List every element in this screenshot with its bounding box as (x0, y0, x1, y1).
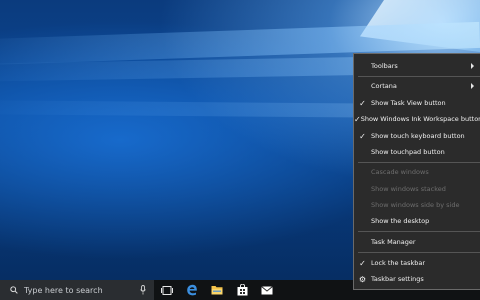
menu-item-label: Show windows side by side (371, 201, 460, 209)
menu-item-label: Show Windows Ink Workspace button (360, 115, 480, 123)
menu-item-label: Lock the taskbar (371, 259, 426, 267)
checkmark-icon: ✓ (359, 131, 366, 141)
menu-separator (358, 231, 480, 232)
submenu-arrow-icon (471, 83, 474, 89)
menu-item-show-windows-stacked: Show windows stacked (354, 182, 480, 196)
menu-item-show-windows-side-by-side: Show windows side by side (354, 198, 480, 212)
menu-item-label: Show the desktop (371, 217, 430, 225)
menu-item-task-manager[interactable]: Task Manager (354, 235, 480, 249)
menu-separator (358, 76, 480, 77)
menu-item-label: Show Task View button (371, 99, 446, 107)
menu-item-show-touch-keyboard[interactable]: ✓ Show touch keyboard button (354, 129, 480, 143)
submenu-arrow-icon (471, 63, 474, 69)
menu-item-toolbars[interactable]: Toolbars (354, 59, 480, 73)
search-icon (10, 286, 18, 294)
menu-item-label: Toolbars (371, 62, 398, 70)
microphone-icon[interactable] (140, 285, 146, 295)
menu-separator (358, 252, 480, 253)
menu-item-show-task-view[interactable]: ✓ Show Task View button (354, 96, 480, 110)
menu-item-show-ink-workspace[interactable]: ✓ Show Windows Ink Workspace button (354, 112, 480, 126)
checkmark-icon: ✓ (354, 114, 361, 124)
checkmark-icon: ✓ (359, 258, 366, 268)
search-box[interactable]: Type here to search (0, 280, 154, 300)
menu-item-cascade-windows: Cascade windows (354, 165, 480, 179)
menu-item-lock-taskbar[interactable]: ✓ Lock the taskbar (354, 256, 480, 270)
menu-item-taskbar-settings[interactable]: ⚙ Taskbar settings (354, 272, 480, 286)
menu-item-label: Show touch keyboard button (371, 132, 465, 140)
menu-item-label: Cortana (371, 82, 397, 90)
menu-item-cortana[interactable]: Cortana (354, 79, 480, 93)
taskbar-context-menu: Toolbars Cortana ✓ Show Task View button… (353, 53, 480, 290)
menu-item-label: Cascade windows (371, 168, 429, 176)
menu-item-show-desktop[interactable]: Show the desktop (354, 214, 480, 228)
gear-icon: ⚙ (358, 274, 367, 284)
search-placeholder: Type here to search (24, 285, 103, 295)
menu-item-label: Show touchpad button (371, 148, 445, 156)
store-icon[interactable] (235, 283, 249, 297)
file-explorer-icon[interactable] (210, 283, 224, 297)
menu-separator (358, 162, 480, 163)
menu-item-label: Taskbar settings (371, 275, 424, 283)
edge-icon[interactable] (185, 283, 199, 297)
menu-item-label: Show windows stacked (371, 185, 446, 193)
menu-item-label: Task Manager (371, 238, 416, 246)
checkmark-icon: ✓ (359, 98, 366, 108)
task-view-icon[interactable] (160, 283, 174, 297)
mail-icon[interactable] (260, 283, 274, 297)
menu-item-show-touchpad[interactable]: Show touchpad button (354, 145, 480, 159)
